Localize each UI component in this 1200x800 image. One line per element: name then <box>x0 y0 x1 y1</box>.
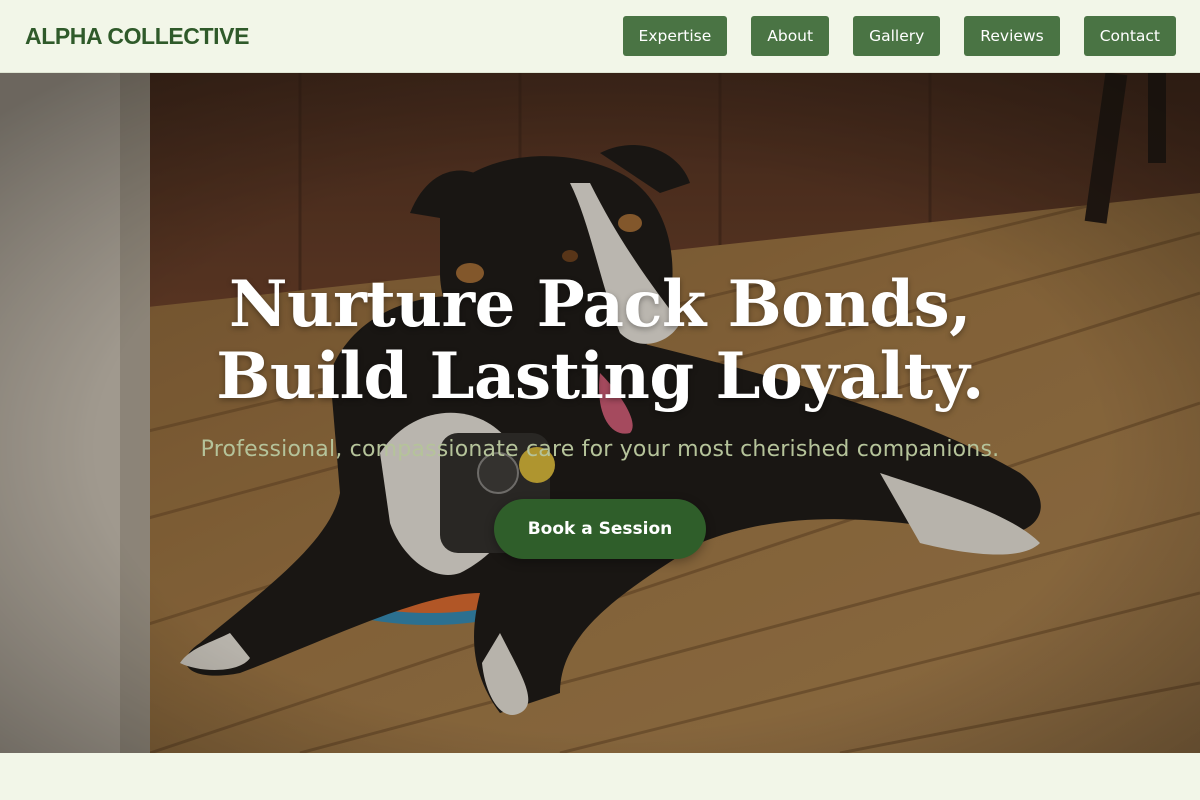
nav-expertise-button[interactable]: Expertise <box>622 16 728 56</box>
hero-content: Nurture Pack Bonds, Build Lasting Loyalt… <box>0 73 1200 753</box>
hero-title-line-2: Build Lasting Loyalty. <box>216 339 984 414</box>
main-nav: Expertise About Gallery Reviews Contact <box>622 16 1176 56</box>
brand-logo[interactable]: ALPHA COLLECTIVE <box>25 23 249 50</box>
nav-reviews-button[interactable]: Reviews <box>964 16 1060 56</box>
hero-subtitle: Professional, compassionate care for you… <box>200 437 1000 462</box>
nav-gallery-button[interactable]: Gallery <box>853 16 941 56</box>
site-header: ALPHA COLLECTIVE Expertise About Gallery… <box>0 0 1200 73</box>
nav-contact-button[interactable]: Contact <box>1083 16 1176 56</box>
nav-about-button[interactable]: About <box>751 16 830 56</box>
hero-title-line-1: Nurture Pack Bonds, <box>229 267 971 342</box>
book-session-button[interactable]: Book a Session <box>494 499 706 559</box>
hero-section: Nurture Pack Bonds, Build Lasting Loyalt… <box>0 73 1200 753</box>
below-hero-strip <box>0 753 1200 800</box>
hero-title: Nurture Pack Bonds, Build Lasting Loyalt… <box>0 269 1200 413</box>
